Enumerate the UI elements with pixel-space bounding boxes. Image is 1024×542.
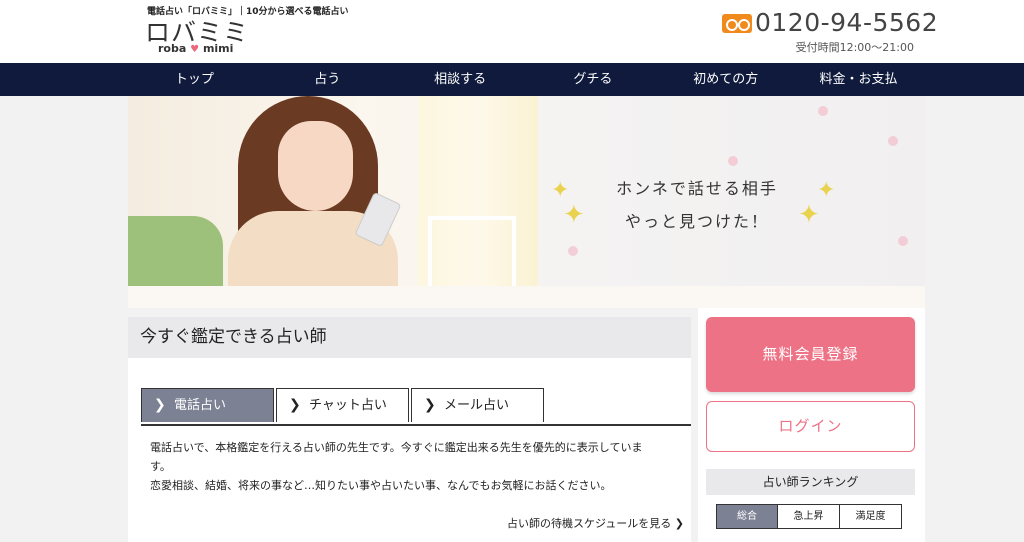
- main-nav: トップ 占う 相談する グチる 初めての方 料金・お支払: [0, 63, 1024, 96]
- chevron-right-icon: ❯: [154, 397, 166, 413]
- phone-number[interactable]: 0120-94-5562: [755, 8, 938, 37]
- tab-label: メール占い: [444, 398, 510, 413]
- flower-decoration: [898, 236, 908, 246]
- hero-table-decoration: [128, 286, 925, 308]
- flower-decoration: [818, 106, 828, 116]
- site-header: 電話占い「ロバミミ」｜10分から選べる電話占い ロバミミ roba ♥ mimi…: [0, 0, 1024, 63]
- nav-item-pricing[interactable]: 料金・お支払: [792, 63, 925, 96]
- business-hours: 受付時間12:00～21:00: [795, 41, 914, 54]
- ranking-tab-overall[interactable]: 総合: [716, 504, 778, 529]
- logo-en-left: roba: [158, 42, 187, 55]
- login-button[interactable]: ログイン: [706, 401, 915, 452]
- nav-item-consult[interactable]: 相談する: [394, 63, 527, 96]
- hero-catchcopy: ホンネで話せる相手 やっと見つけた！: [602, 172, 792, 238]
- description-line: す。: [150, 460, 171, 473]
- nav-item-fortune[interactable]: 占う: [261, 63, 394, 96]
- chevron-right-icon: ❯: [424, 397, 436, 413]
- schedule-link-label: 占い師の待機スケジュールを見る: [507, 517, 672, 530]
- chevron-right-icon: ❯: [674, 517, 684, 530]
- hero-line-2: やっと見つけた！: [624, 212, 769, 231]
- tab-description: 電話占いで、本格鑑定を行える占い師の先生です。今すぐに鑑定出来る先生を優先的に表…: [150, 438, 690, 495]
- sparkle-icon: ✦: [563, 200, 585, 230]
- description-line: 恋愛相談、結婚、将来の事など…知りたい事や占いたい事、なんでもお気軽にお話くださ…: [150, 479, 612, 492]
- page: 電話占い「ロバミミ」｜10分から選べる電話占い ロバミミ roba ♥ mimi…: [0, 0, 1024, 542]
- tab-chat-fortune[interactable]: ❯ チャット占い: [276, 388, 409, 422]
- flower-decoration: [568, 246, 578, 256]
- freedial-icon: [722, 14, 752, 33]
- site-logo-en: roba ♥ mimi: [158, 42, 233, 55]
- ranking-tab-satisfaction[interactable]: 満足度: [840, 504, 902, 529]
- tab-phone-fortune[interactable]: ❯ 電話占い: [141, 388, 274, 422]
- nav-item-top[interactable]: トップ: [128, 63, 261, 96]
- hero-line-1: ホンネで話せる相手: [616, 179, 778, 198]
- sparkle-icon: ✦: [798, 200, 820, 230]
- ranking-title: 占い師ランキング: [706, 469, 915, 495]
- section-title: 今すぐ鑑定できる占い師: [128, 317, 691, 358]
- logo-en-right: mimi: [202, 42, 234, 55]
- chevron-right-icon: ❯: [289, 397, 301, 413]
- tab-label: チャット占い: [309, 398, 387, 413]
- logo-heart-icon: ♥: [190, 44, 200, 55]
- ranking-tab-rising[interactable]: 急上昇: [778, 504, 840, 529]
- ranking-tabs: 総合 急上昇 満足度: [716, 504, 902, 529]
- flower-decoration: [888, 136, 898, 146]
- schedule-link[interactable]: 占い師の待機スケジュールを見る ❯: [507, 515, 684, 531]
- register-button[interactable]: 無料会員登録: [706, 317, 915, 392]
- nav-item-complain[interactable]: グチる: [526, 63, 659, 96]
- flower-decoration: [728, 156, 738, 166]
- description-line: 電話占いで、本格鑑定を行える占い師の先生です。今すぐに鑑定出来る先生を優先的に表…: [150, 441, 643, 454]
- tab-label: 電話占い: [174, 398, 227, 413]
- tab-mail-fortune[interactable]: ❯ メール占い: [411, 388, 544, 422]
- fortune-type-tabs: ❯ 電話占い ❯ チャット占い ❯ メール占い: [141, 388, 691, 426]
- nav-item-beginner[interactable]: 初めての方: [659, 63, 792, 96]
- hero-woman-face: [278, 121, 353, 211]
- nav-items: トップ 占う 相談する グチる 初めての方 料金・お支払: [128, 63, 925, 96]
